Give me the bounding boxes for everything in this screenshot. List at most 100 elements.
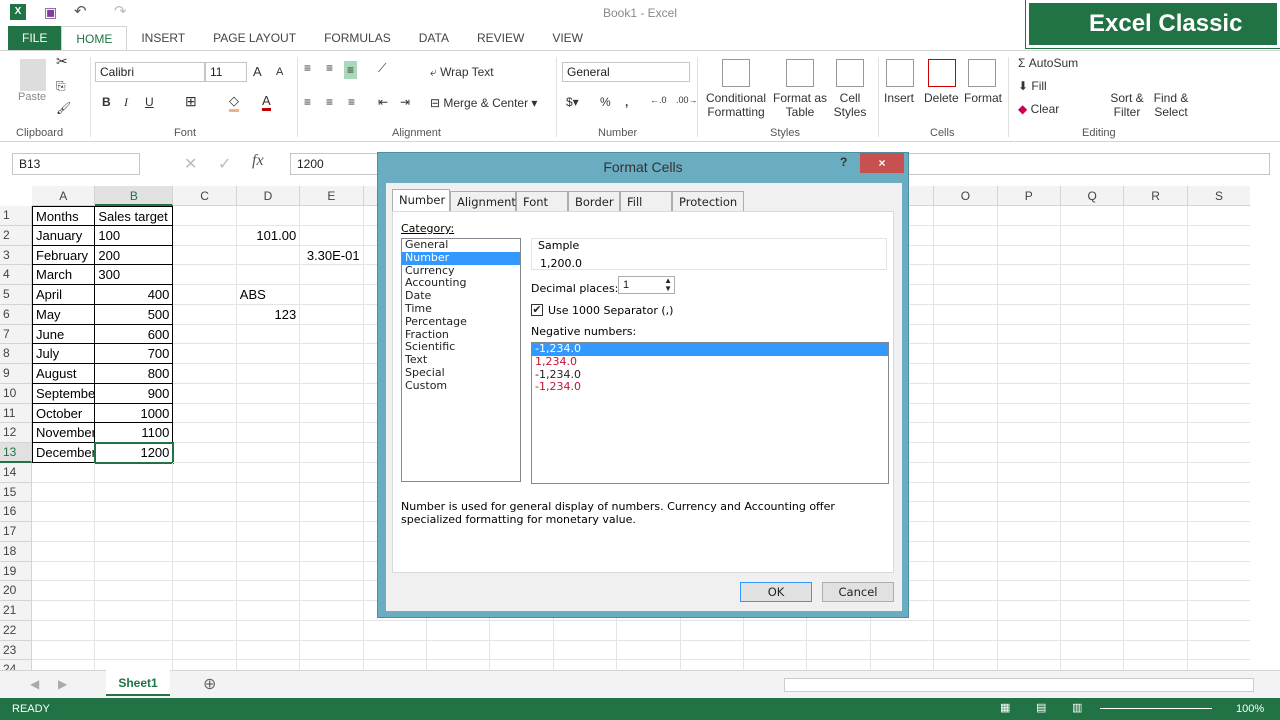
cell-C20[interactable] (173, 581, 237, 601)
cell-D13[interactable] (236, 443, 301, 463)
cell-C8[interactable] (173, 344, 237, 364)
cell-R12[interactable] (1124, 423, 1188, 443)
row-header[interactable]: 17 (0, 522, 32, 542)
cell-P9[interactable] (997, 364, 1061, 384)
cell-Q10[interactable] (1061, 383, 1125, 404)
cell-S8[interactable] (1187, 344, 1250, 364)
sort-filter-button[interactable]: Sort & Filter (1104, 91, 1150, 119)
negative-format-option[interactable]: -1,234.0 (532, 342, 888, 356)
decimal-places-stepper[interactable]: 1 ▲ ▼ (618, 276, 675, 294)
prev-sheet-icon[interactable]: ◀ (30, 677, 39, 691)
category-item-custom[interactable]: Custom (402, 379, 520, 393)
zoom-level[interactable]: 100% (1236, 703, 1264, 715)
align-middle-icon[interactable]: ≡ (326, 61, 333, 75)
cell-R7[interactable] (1124, 324, 1188, 345)
cell-R24[interactable] (1124, 660, 1188, 670)
cell-C21[interactable] (173, 601, 237, 621)
cell-E14[interactable] (300, 462, 364, 483)
align-center-icon[interactable]: ≡ (326, 95, 333, 109)
cell-Q12[interactable] (1061, 423, 1125, 443)
cell-R21[interactable] (1124, 601, 1188, 621)
cell-E4[interactable] (300, 265, 364, 285)
cell-S20[interactable] (1187, 581, 1250, 601)
row-header[interactable]: 1 (0, 206, 32, 226)
paste-button[interactable]: Paste (18, 91, 46, 103)
row-header[interactable]: 13 (0, 443, 32, 463)
separator-checkbox[interactable]: ✔ (531, 304, 543, 316)
cell-O23[interactable] (934, 640, 998, 661)
dialog-tab-fill[interactable]: Fill (620, 191, 672, 211)
cell-A15[interactable] (32, 482, 96, 503)
cell-B7[interactable]: 600 (95, 324, 174, 345)
cell-S15[interactable] (1187, 483, 1250, 503)
cell-R10[interactable] (1124, 383, 1188, 404)
format-as-table-button[interactable]: Format as Table (772, 91, 828, 119)
cell-P7[interactable] (997, 324, 1061, 345)
cell-C12[interactable] (173, 423, 237, 443)
cell-R4[interactable] (1124, 265, 1188, 285)
cell-B23[interactable] (95, 640, 174, 661)
cell-H23[interactable] (490, 640, 554, 661)
cell-E24[interactable] (300, 660, 364, 670)
cell-P18[interactable] (997, 541, 1061, 562)
font-size-select[interactable]: 11 (205, 62, 247, 82)
cell-C10[interactable] (173, 383, 237, 404)
find-select-button[interactable]: Find & Select (1148, 91, 1194, 119)
cell-C9[interactable] (173, 364, 237, 384)
insert-button[interactable]: Insert (884, 91, 914, 105)
negative-format-option[interactable]: -1,234.0 (532, 368, 888, 382)
decrease-indent-icon[interactable]: ⇤ (378, 95, 388, 109)
name-box[interactable]: B13 (12, 153, 140, 175)
cell-B5[interactable]: 400 (95, 285, 174, 305)
cell-Q14[interactable] (1061, 462, 1125, 483)
cell-B17[interactable] (95, 522, 174, 542)
italic-button[interactable]: I (124, 95, 128, 110)
cell-Q2[interactable] (1061, 225, 1125, 246)
row-header[interactable]: 14 (0, 462, 32, 483)
cell-B22[interactable] (95, 620, 174, 641)
dialog-tab-alignment[interactable]: Alignment (450, 191, 516, 211)
cell-E1[interactable] (300, 206, 364, 226)
cell-A11[interactable]: October (32, 403, 96, 424)
cell-C22[interactable] (173, 620, 237, 641)
cell-E6[interactable] (300, 304, 364, 325)
cell-O21[interactable] (934, 601, 998, 621)
cell-K23[interactable] (680, 640, 744, 661)
cell-P21[interactable] (997, 601, 1061, 621)
cell-R23[interactable] (1124, 640, 1188, 661)
row-header[interactable]: 9 (0, 364, 32, 384)
format-painter-icon[interactable]: 🖌 (56, 101, 71, 115)
cell-S23[interactable] (1187, 641, 1250, 661)
percent-button[interactable]: % (600, 95, 611, 109)
cell-A7[interactable]: June (32, 324, 96, 345)
cell-P1[interactable] (997, 206, 1061, 226)
cell-A12[interactable]: November (32, 423, 96, 443)
cell-S14[interactable] (1187, 463, 1250, 483)
row-header[interactable]: 10 (0, 383, 32, 404)
row-header[interactable]: 23 (0, 640, 32, 661)
delete-cells-icon[interactable] (928, 59, 956, 87)
cell-H24[interactable] (490, 660, 554, 670)
row-header[interactable]: 4 (0, 265, 32, 285)
cell-K24[interactable] (681, 660, 744, 670)
cell-P13[interactable] (997, 443, 1061, 463)
cell-I23[interactable] (553, 640, 618, 661)
cell-R8[interactable] (1124, 344, 1188, 364)
cell-A21[interactable] (32, 601, 96, 621)
cell-S9[interactable] (1187, 364, 1250, 384)
orientation-icon[interactable]: ⟋ (378, 61, 386, 76)
cell-E10[interactable] (300, 383, 364, 404)
align-bottom-icon[interactable]: ≡ (344, 61, 358, 79)
cell-C16[interactable] (173, 502, 237, 522)
cell-D14[interactable] (236, 462, 301, 483)
cell-B1[interactable]: Sales target (95, 206, 174, 226)
cell-O18[interactable] (934, 541, 998, 562)
cell-D7[interactable] (236, 324, 301, 345)
cell-O11[interactable] (934, 403, 998, 424)
cell-A24[interactable] (32, 660, 96, 670)
cell-P10[interactable] (997, 383, 1061, 404)
cell-R6[interactable] (1124, 304, 1188, 325)
page-break-view-icon[interactable]: ▥ (1072, 701, 1082, 714)
cell-O24[interactable] (934, 660, 998, 670)
cell-A20[interactable] (32, 581, 96, 601)
